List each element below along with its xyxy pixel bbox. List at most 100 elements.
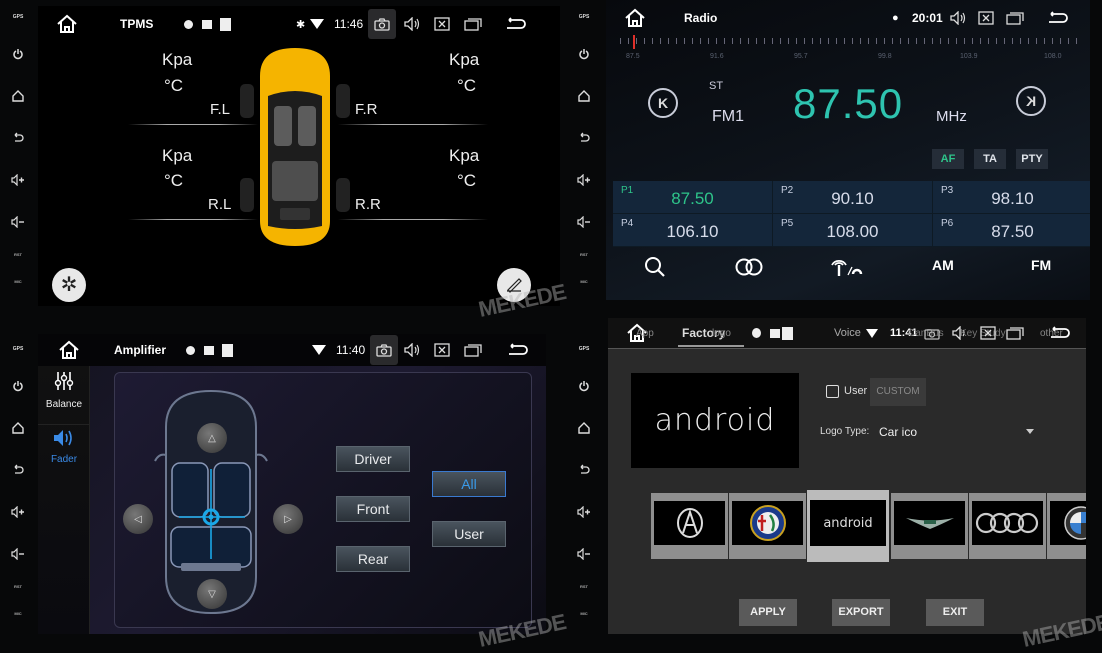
gps-label[interactable]: GPS bbox=[13, 14, 24, 20]
back-icon[interactable] bbox=[504, 17, 526, 31]
back-icon[interactable] bbox=[506, 343, 528, 357]
gps-label[interactable]: GPS bbox=[13, 346, 24, 352]
volume-down-icon[interactable] bbox=[10, 214, 26, 230]
preset-all-button[interactable]: All bbox=[432, 471, 506, 497]
search-button[interactable] bbox=[644, 256, 666, 283]
logo-option[interactable] bbox=[1047, 493, 1086, 559]
logo-option[interactable] bbox=[729, 493, 806, 559]
recent-apps-icon[interactable] bbox=[464, 17, 482, 31]
pty-toggle[interactable]: PTY bbox=[1016, 149, 1048, 169]
local-distant-button[interactable] bbox=[828, 255, 864, 282]
rst-label[interactable]: RST bbox=[14, 584, 22, 589]
preset-button[interactable]: P3 98.10 bbox=[933, 181, 1090, 214]
tab-logo-overlay[interactable]: logo bbox=[712, 328, 731, 339]
volume-icon[interactable] bbox=[404, 17, 422, 31]
preset-rear-button[interactable]: Rear bbox=[336, 546, 410, 572]
home-icon[interactable] bbox=[576, 88, 592, 104]
gps-label[interactable]: GPS bbox=[579, 346, 590, 352]
screenshot-camera-icon[interactable] bbox=[368, 9, 396, 39]
rst-label[interactable]: RST bbox=[14, 252, 22, 257]
preset-front-button[interactable]: Front bbox=[336, 496, 410, 522]
logo-option[interactable] bbox=[891, 493, 968, 559]
home-icon[interactable] bbox=[624, 8, 646, 28]
apply-button[interactable]: APPLY bbox=[739, 599, 797, 626]
volume-down-icon[interactable] bbox=[10, 546, 26, 562]
close-app-icon[interactable] bbox=[978, 11, 994, 25]
volume-down-icon[interactable] bbox=[576, 214, 592, 230]
home-icon[interactable] bbox=[58, 340, 80, 360]
back-icon[interactable] bbox=[10, 130, 26, 146]
back-icon[interactable] bbox=[10, 462, 26, 478]
recent-apps-icon[interactable] bbox=[1006, 326, 1024, 340]
volume-icon[interactable] bbox=[950, 11, 968, 25]
close-app-icon[interactable] bbox=[434, 17, 450, 31]
preset-driver-button[interactable]: Driver bbox=[336, 446, 410, 472]
screenshot-camera-icon[interactable] bbox=[370, 335, 398, 365]
exit-button[interactable]: EXIT bbox=[926, 599, 984, 626]
recent-apps-icon[interactable] bbox=[464, 343, 482, 357]
ta-toggle[interactable]: TA bbox=[974, 149, 1006, 169]
volume-up-icon[interactable] bbox=[10, 172, 26, 188]
custom-button[interactable]: CUSTOM bbox=[870, 378, 926, 406]
export-button[interactable]: EXPORT bbox=[832, 599, 890, 626]
preset-user-button[interactable]: User bbox=[432, 521, 506, 547]
preset-button[interactable]: P5 108.00 bbox=[773, 214, 933, 247]
volume-up-icon[interactable] bbox=[576, 504, 592, 520]
side-button-panel-bottom-left: GPS RST MIC bbox=[0, 332, 36, 643]
balance-left-button[interactable]: ◁ bbox=[123, 504, 153, 534]
preset-button[interactable]: P6 87.50 bbox=[933, 214, 1090, 247]
fader-down-button[interactable]: ▽ bbox=[197, 579, 227, 609]
mic-label: MIC bbox=[14, 279, 22, 284]
volume-up-icon[interactable] bbox=[10, 504, 26, 520]
back-icon[interactable] bbox=[576, 462, 592, 478]
notification-dot-icon bbox=[186, 345, 195, 355]
back-icon[interactable] bbox=[1046, 11, 1068, 25]
seek-previous-button[interactable]: K bbox=[648, 88, 678, 118]
preset-button[interactable]: P1 87.50 bbox=[613, 181, 773, 214]
am-band-button[interactable]: AM bbox=[932, 257, 954, 273]
power-icon[interactable] bbox=[576, 378, 592, 394]
tab-balance[interactable]: Balance bbox=[38, 370, 90, 420]
settings-button[interactable]: ✲ bbox=[52, 268, 86, 302]
volume-up-icon[interactable] bbox=[576, 172, 592, 188]
stereo-button[interactable] bbox=[734, 258, 764, 281]
back-icon[interactable] bbox=[1048, 326, 1070, 340]
fm-band-button[interactable]: FM bbox=[1031, 257, 1051, 273]
home-icon[interactable] bbox=[56, 14, 78, 34]
logo-option-selected[interactable]: android bbox=[807, 490, 889, 562]
close-app-icon[interactable] bbox=[434, 343, 450, 357]
frequency-scale[interactable]: 87.5 91.6 95.7 99.8 103.9 108.0 bbox=[620, 35, 1080, 64]
user-checkbox[interactable] bbox=[826, 385, 839, 398]
logo-type-value: Car ico bbox=[879, 425, 918, 439]
power-icon[interactable] bbox=[10, 46, 26, 62]
logo-option[interactable] bbox=[969, 493, 1046, 559]
screenshot-camera-icon[interactable] bbox=[924, 327, 940, 340]
af-toggle[interactable]: AF bbox=[932, 149, 964, 169]
home-icon[interactable] bbox=[10, 88, 26, 104]
tab-app-overlay[interactable]: App bbox=[636, 328, 654, 339]
power-icon[interactable] bbox=[576, 46, 592, 62]
logo-carousel[interactable]: android bbox=[608, 318, 1086, 634]
tuning-needle[interactable] bbox=[633, 35, 635, 49]
home-icon[interactable] bbox=[10, 420, 26, 436]
fader-up-button[interactable]: △ bbox=[197, 423, 227, 453]
home-icon[interactable] bbox=[576, 420, 592, 436]
power-icon[interactable] bbox=[10, 378, 26, 394]
tab-voice[interactable]: Voice bbox=[834, 327, 861, 339]
recent-apps-icon[interactable] bbox=[1006, 11, 1024, 25]
volume-down-icon[interactable] bbox=[576, 546, 592, 562]
rst-label[interactable]: RST bbox=[580, 252, 588, 257]
balance-right-button[interactable]: ▷ bbox=[273, 504, 303, 534]
volume-icon[interactable] bbox=[404, 343, 422, 357]
preset-button[interactable]: P2 90.10 bbox=[773, 181, 933, 214]
preset-button[interactable]: P4 106.10 bbox=[613, 214, 773, 247]
rst-label[interactable]: RST bbox=[580, 584, 588, 589]
close-app-icon[interactable] bbox=[980, 326, 996, 340]
radio-screen: Radio ● 20:01 87.5 91.6 95.7 99.8 103.9 … bbox=[606, 0, 1090, 300]
logo-type-dropdown[interactable]: Car ico bbox=[876, 422, 1040, 442]
gps-label[interactable]: GPS bbox=[579, 14, 590, 20]
tab-fader[interactable]: Fader bbox=[38, 424, 90, 474]
seek-next-button[interactable]: K bbox=[1016, 86, 1046, 116]
logo-option[interactable] bbox=[651, 493, 728, 559]
back-icon[interactable] bbox=[576, 130, 592, 146]
